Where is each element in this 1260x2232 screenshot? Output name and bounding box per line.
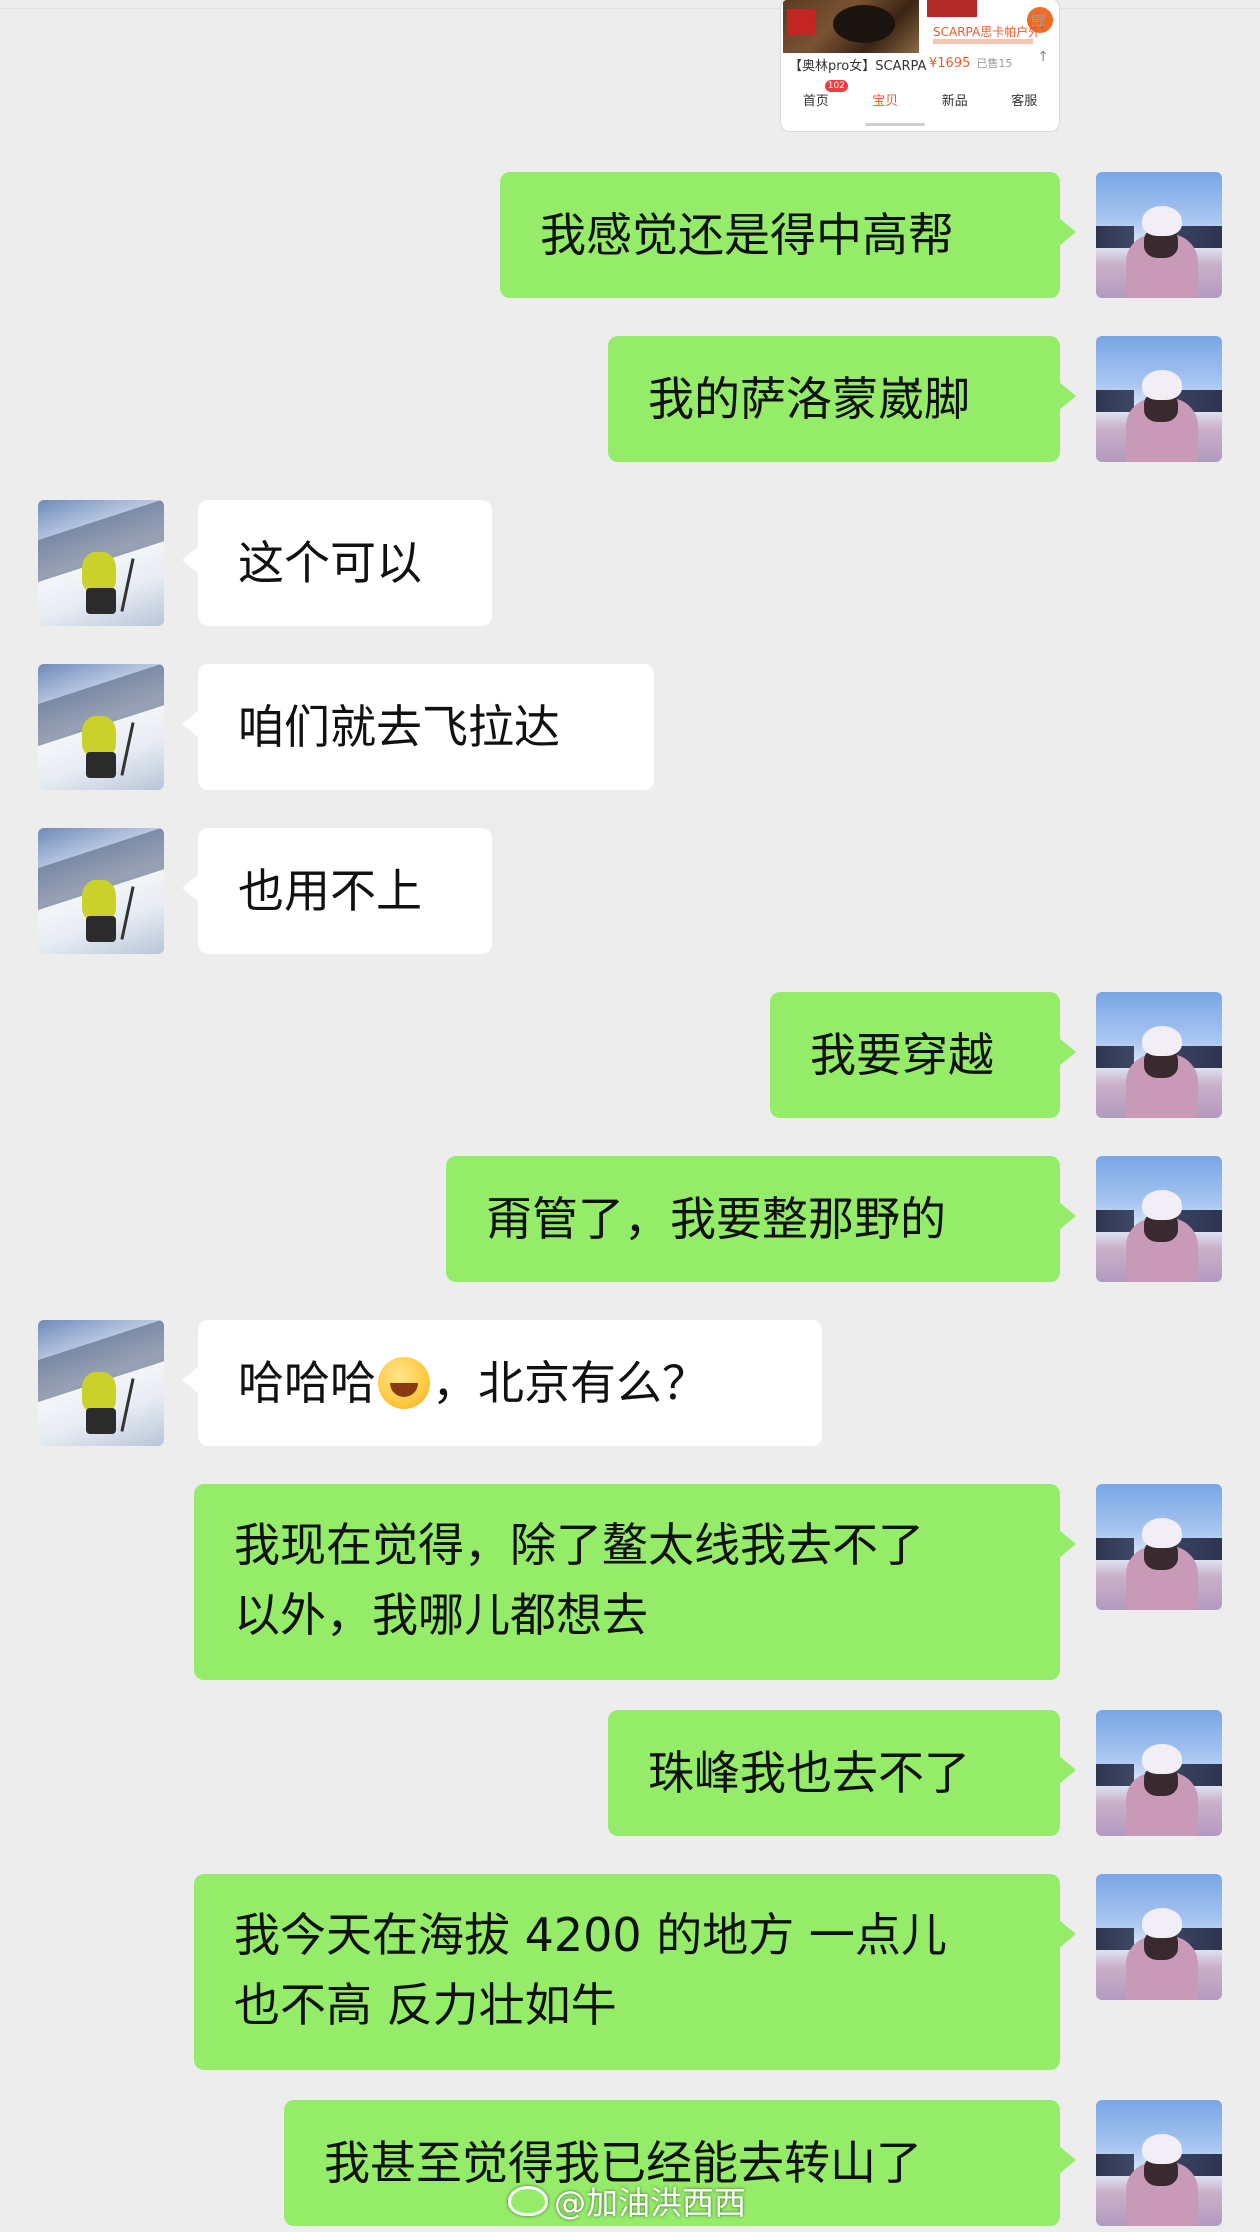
- card-nav-new[interactable]: 新品: [942, 90, 968, 109]
- message-bubble[interactable]: 这个可以: [182, 500, 492, 626]
- weibo-icon: [508, 2186, 548, 2216]
- product-thumbnail: [783, 0, 919, 53]
- friend-avatar[interactable]: [38, 828, 164, 954]
- my-avatar[interactable]: [1096, 1156, 1222, 1282]
- store-info: 🛒 SCARPA思卡帕户外: [927, 0, 1059, 53]
- friend-avatar[interactable]: [38, 664, 164, 790]
- message-bubble[interactable]: 哈哈哈 ，北京有么？: [182, 1320, 822, 1446]
- message-bubble[interactable]: 我今天在海拔 4200 的地方 一点儿 也不高 反力壮如牛: [194, 1874, 1076, 2070]
- rolling-on-floor-laughing-icon: [378, 1357, 430, 1409]
- active-tab-underline: [865, 123, 925, 126]
- my-avatar[interactable]: [1096, 992, 1222, 1118]
- message-bubble[interactable]: 甭管了，我要整那野的: [446, 1156, 1076, 1282]
- weibo-watermark: @加油洪西西: [508, 2178, 746, 2224]
- my-avatar[interactable]: [1096, 172, 1222, 298]
- nav-badge: 102: [824, 79, 848, 92]
- store-name: SCARPA思卡帕户外: [933, 25, 1041, 39]
- message-bubble[interactable]: 也用不上: [182, 828, 492, 954]
- card-nav-items[interactable]: 宝贝: [872, 90, 898, 109]
- friend-avatar[interactable]: [38, 1320, 164, 1446]
- my-avatar[interactable]: [1096, 1874, 1222, 2000]
- top-divider: [0, 8, 1260, 9]
- arrow-up-icon[interactable]: ↑: [1037, 49, 1049, 65]
- product-title: 【奥林pro女】SCARPA: [789, 59, 927, 74]
- card-nav-service[interactable]: 客服: [1011, 90, 1037, 109]
- shared-product-card[interactable]: 🛒 SCARPA思卡帕户外 【奥林pro女】SCARPA ¥1695 已售15 ↑…: [780, 0, 1060, 132]
- friend-avatar[interactable]: [38, 500, 164, 626]
- message-bubble[interactable]: 我感觉还是得中高帮: [500, 172, 1076, 298]
- my-avatar[interactable]: [1096, 336, 1222, 462]
- my-avatar[interactable]: [1096, 1484, 1222, 1610]
- card-nav: 首页 102 宝贝 新品 客服: [781, 79, 1059, 115]
- message-bubble[interactable]: 珠峰我也去不了: [608, 1710, 1076, 1836]
- message-bubble[interactable]: 我的萨洛蒙崴脚: [608, 336, 1076, 462]
- my-avatar[interactable]: [1096, 1710, 1222, 1836]
- message-bubble[interactable]: 我要穿越: [770, 992, 1076, 1118]
- message-bubble[interactable]: 咱们就去飞拉达: [182, 664, 654, 790]
- message-bubble[interactable]: 我现在觉得，除了鳌太线我去不了 以外，我哪儿都想去: [194, 1484, 1076, 1680]
- product-price: ¥1695 已售15: [929, 56, 1013, 71]
- card-nav-home[interactable]: 首页 102: [803, 79, 848, 109]
- my-avatar[interactable]: [1096, 2100, 1222, 2226]
